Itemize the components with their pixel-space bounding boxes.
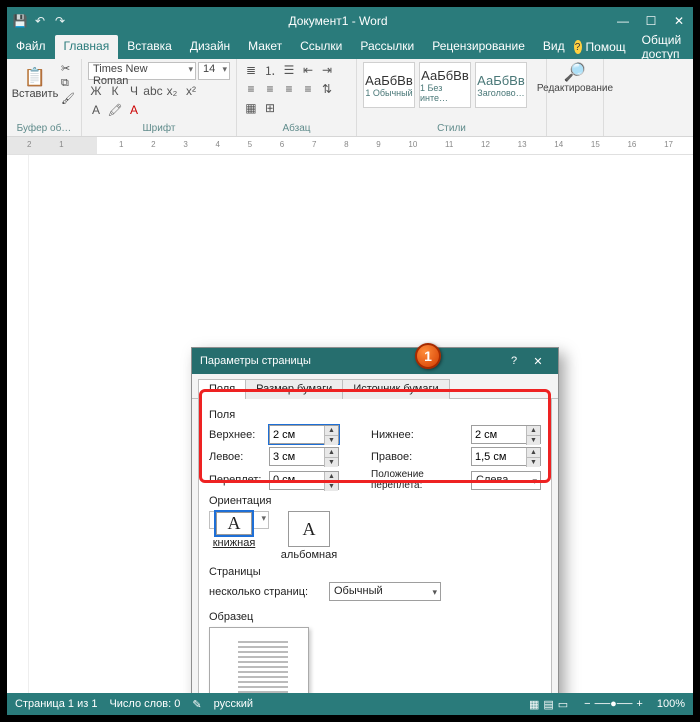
dialog-title: Параметры страницы [200,355,311,367]
zoom-controls[interactable]: −──●──+ [582,698,645,710]
maximize-icon[interactable]: ☐ [637,14,665,28]
group-paragraph: ≣ ⒈ ☰ ⇤ ⇥ ≡ ≡ ≡ ≡ ⇅ ▦ ⊞ Абзац [237,59,357,136]
paste-icon: 📋 [24,67,46,88]
tab-review[interactable]: Рецензирование [423,35,534,59]
ribbon-tabs: Файл Главная Вставка Дизайн Макет Ссылки… [7,35,693,59]
window-controls: — ☐ ✕ [609,14,693,28]
quick-access-toolbar: 💾 ↶ ↷ [13,14,67,28]
ribbon: 📋 Вставить ✂ ⧉ 🖌 Буфер об… Times New Rom… [7,59,693,137]
shading-icon[interactable]: ▦ [243,100,259,116]
save-icon[interactable]: 💾 [13,14,27,28]
dialog-help-icon[interactable]: ? [502,355,526,367]
format-painter-icon[interactable]: 🖌 [61,92,75,105]
group-styles: АаБбВв1 Обычный АаБбВв1 Без инте… АаБбВв… [357,59,547,136]
zoom-level[interactable]: 100% [657,698,685,710]
tell-me-icon[interactable]: ? [574,40,582,54]
indent-dec-icon[interactable]: ⇤ [300,62,316,78]
align-left-icon[interactable]: ≡ [243,81,259,97]
justify-icon[interactable]: ≡ [300,81,316,97]
undo-icon[interactable]: ↶ [33,14,47,28]
tab-references[interactable]: Ссылки [291,35,351,59]
align-right-icon[interactable]: ≡ [281,81,297,97]
redo-icon[interactable]: ↷ [53,14,67,28]
copy-icon[interactable]: ⧉ [61,77,75,90]
status-bar: Страница 1 из 1 Число слов: 0 ✎ русский … [7,693,693,715]
orientation-landscape[interactable]: Aальбомная [279,511,339,562]
orientation-portrait[interactable]: Aкнижная [209,511,269,529]
minimize-icon[interactable]: — [609,14,637,28]
group-label-paragraph: Абзац [243,123,350,134]
tell-me-label[interactable]: Помощ [586,40,626,54]
line-spacing-icon[interactable]: ⇅ [319,81,335,97]
borders-icon[interactable]: ⊞ [262,100,278,116]
font-color-icon[interactable]: A [126,102,142,118]
superscript-icon[interactable]: x² [183,83,199,99]
dialog-title-bar[interactable]: Параметры страницы ? ✕ [192,348,558,374]
editing-button[interactable]: 🔎 Редактирование [553,62,597,94]
group-label-font: Шрифт [88,123,230,134]
tab-mailings[interactable]: Рассылки [351,35,423,59]
dialog-close-icon[interactable]: ✕ [526,355,550,368]
status-language[interactable]: русский [214,698,253,710]
annotation-frame-1 [199,389,551,483]
strike-icon[interactable]: abc [145,83,161,99]
style-nospacing[interactable]: АаБбВв1 Без инте… [419,62,471,108]
indent-inc-icon[interactable]: ⇥ [319,62,335,78]
multilevel-icon[interactable]: ☰ [281,62,297,78]
section-sample-label: Образец [209,611,541,623]
multipage-select[interactable]: Обычный [329,582,441,601]
font-name-select[interactable]: Times New Roman [88,62,196,80]
find-icon: 🔎 [564,62,586,83]
title-bar: 💾 ↶ ↷ Документ1 - Word — ☐ ✕ [7,7,693,35]
group-editing: 🔎 Редактирование [547,59,604,136]
numbering-icon[interactable]: ⒈ [262,62,278,78]
group-label-styles: Стили [363,123,540,134]
group-label-clipboard: Буфер об… [13,123,75,134]
status-words[interactable]: Число слов: 0 [109,698,180,710]
view-buttons[interactable]: ▦▤▭ [527,698,570,711]
font-size-select[interactable]: 14 [198,62,230,80]
document-area[interactable]: Параметры страницы ? ✕ Поля Размер бумаг… [7,155,693,693]
tab-insert[interactable]: Вставка [118,35,181,59]
tab-design[interactable]: Дизайн [181,35,239,59]
subscript-icon[interactable]: x₂ [164,83,180,99]
tab-home[interactable]: Главная [55,35,119,59]
section-orientation-label: Ориентация [209,495,541,507]
callout-1: 1 [415,343,441,369]
close-icon[interactable]: ✕ [665,14,693,28]
group-clipboard: 📋 Вставить ✂ ⧉ 🖌 Буфер об… [7,59,82,136]
highlight-icon[interactable]: 🖍 [107,102,123,118]
sample-preview [209,627,309,693]
group-font: Times New Roman 14 Ж К Ч abc x₂ x² A 🖍 A [82,59,237,136]
style-normal[interactable]: АаБбВв1 Обычный [363,62,415,108]
multipage-label: несколько страниц: [209,586,329,598]
section-pages-label: Страницы [209,566,541,578]
horizontal-ruler[interactable]: 21 123 456 789 101112 131415 1617 [7,137,693,155]
bullets-icon[interactable]: ≣ [243,62,259,78]
status-proof-icon[interactable]: ✎ [192,698,201,711]
style-heading1[interactable]: АаБбВвЗаголово… [475,62,527,108]
tab-layout[interactable]: Макет [239,35,291,59]
cut-icon[interactable]: ✂ [61,62,75,75]
align-center-icon[interactable]: ≡ [262,81,278,97]
status-page[interactable]: Страница 1 из 1 [15,698,97,710]
text-effects-icon[interactable]: A [88,102,104,118]
tab-view[interactable]: Вид [534,35,574,59]
document-title: Документ1 - Word [67,14,609,28]
tab-file[interactable]: Файл [7,35,55,59]
share-button[interactable]: Общий доступ [642,33,688,61]
paste-button[interactable]: 📋 Вставить [13,62,57,105]
